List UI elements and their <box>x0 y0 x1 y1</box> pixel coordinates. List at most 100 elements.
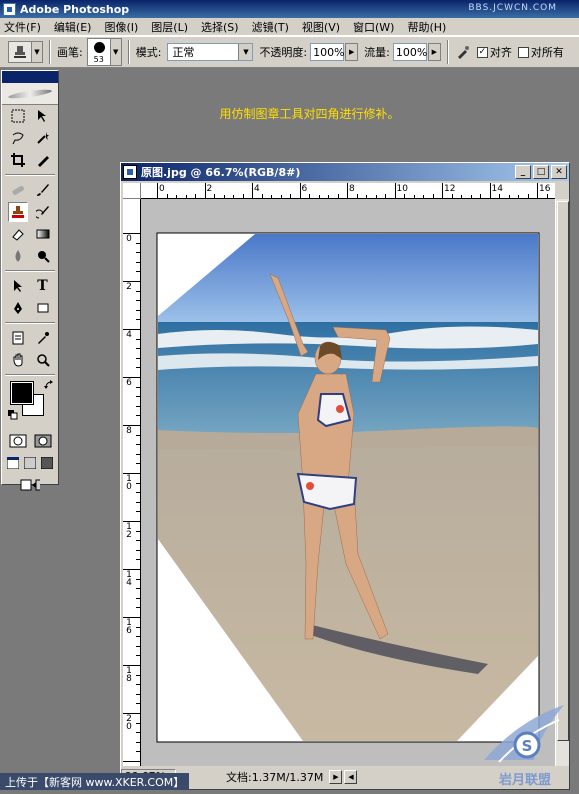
menu-image[interactable]: 图像(I) <box>104 19 138 35</box>
mode-select[interactable]: 正常 ▼ <box>167 43 254 61</box>
photo-canvas <box>156 232 540 743</box>
all-layers-checkbox[interactable] <box>517 46 529 58</box>
blur-tool-icon[interactable] <box>8 246 28 266</box>
scrollbar-thumb[interactable] <box>557 201 569 741</box>
fullscreen-menu-icon[interactable] <box>22 453 39 473</box>
ruler-tick <box>404 194 405 198</box>
ruler-tick <box>280 195 282 198</box>
ruler-tick <box>136 501 140 503</box>
ruler-tick <box>136 684 140 686</box>
minimize-button[interactable]: _ <box>515 165 531 179</box>
pen-tool-icon[interactable] <box>8 298 28 318</box>
jump-to-imageready-icon[interactable] <box>20 475 40 495</box>
ruler-tick <box>423 195 424 198</box>
type-tool-icon[interactable]: T <box>33 276 53 296</box>
ruler-tick <box>136 626 140 628</box>
notes-tool-icon[interactable] <box>8 328 28 348</box>
foreground-color[interactable] <box>10 381 34 405</box>
menu-select[interactable]: 选择(S) <box>201 19 239 35</box>
canvas-area[interactable] <box>141 199 555 766</box>
document-icon <box>123 165 137 179</box>
status-menu-arrow[interactable]: ▶ <box>329 770 343 784</box>
ruler-tick <box>223 195 225 198</box>
ruler-tick <box>242 194 244 198</box>
slice-tool-icon[interactable] <box>33 150 53 170</box>
ruler-tick <box>136 540 140 542</box>
ruler-tick <box>136 348 140 350</box>
default-colors-icon[interactable] <box>8 410 18 420</box>
airbrush-icon[interactable] <box>455 44 471 60</box>
vertical-scrollbar[interactable] <box>555 199 569 766</box>
horizontal-ruler[interactable]: 0 2 4 6 8 10 12 14 16 <box>141 183 555 199</box>
ruler-tick <box>136 607 140 609</box>
maximize-button[interactable]: □ <box>533 165 549 179</box>
brush-tool-icon[interactable] <box>33 180 53 200</box>
close-button[interactable]: ✕ <box>551 165 567 179</box>
ruler-tick <box>233 195 234 198</box>
brush-picker[interactable]: 53 <box>86 38 111 66</box>
healing-brush-icon[interactable] <box>8 180 28 200</box>
ruler-tick <box>136 636 140 638</box>
zoom-tool-icon[interactable] <box>33 350 53 370</box>
lasso-tool-icon[interactable] <box>8 128 28 148</box>
ruler-label: 10 <box>396 184 408 194</box>
crop-tool-icon[interactable] <box>8 150 28 170</box>
quick-mask-icon[interactable] <box>33 431 53 451</box>
flow-slider-button[interactable]: ▶ <box>427 43 441 61</box>
aligned-checkbox[interactable]: ✓ <box>476 46 488 58</box>
path-selection-icon[interactable] <box>8 276 28 296</box>
ruler-tick <box>136 444 140 446</box>
menu-view[interactable]: 视图(V) <box>302 19 340 35</box>
ruler-label: 6 <box>301 184 308 194</box>
swap-colors-icon[interactable] <box>44 380 54 390</box>
clone-stamp-tool-icon[interactable] <box>7 202 28 222</box>
scroll-left-arrow[interactable]: ◀ <box>344 770 358 784</box>
ruler-tick <box>136 559 140 561</box>
options-bar: ▼ 画笔: 53 ▼ 模式: 正常 ▼ 不透明度: 100% ▶ 流量: 100… <box>0 36 579 68</box>
ruler-tick <box>136 578 140 580</box>
hand-tool-icon[interactable] <box>8 350 28 370</box>
ruler-tick <box>366 195 367 198</box>
eraser-tool-icon[interactable] <box>8 224 28 244</box>
menu-window[interactable]: 窗口(W) <box>353 19 394 35</box>
opacity-slider-button[interactable]: ▶ <box>345 43 359 61</box>
menu-edit[interactable]: 编辑(E) <box>54 19 92 35</box>
watermark-logo: S 岩月联盟 <box>484 705 564 788</box>
ruler-label: 14 <box>491 184 503 194</box>
magic-wand-icon[interactable] <box>33 128 53 148</box>
ruler-label: 12 <box>444 184 456 194</box>
vertical-ruler[interactable]: 0 2 4 6 8 10 12 14 16 18 20 <box>123 199 141 766</box>
standard-screen-icon[interactable] <box>5 453 22 473</box>
ruler-tick <box>451 194 453 198</box>
opacity-input[interactable]: 100% <box>310 43 345 61</box>
fullscreen-icon[interactable] <box>38 453 55 473</box>
history-brush-icon[interactable] <box>33 202 53 222</box>
ruler-tick <box>136 386 140 388</box>
gradient-tool-icon[interactable] <box>33 224 53 244</box>
menu-file[interactable]: 文件(F) <box>4 19 41 35</box>
dodge-tool-icon[interactable] <box>33 246 53 266</box>
flow-input[interactable]: 100% <box>392 43 427 61</box>
ruler-tick <box>136 588 140 590</box>
brush-dropdown[interactable]: ▼ <box>110 38 122 66</box>
menu-filter[interactable]: 滤镜(T) <box>252 19 289 35</box>
toolbox-header[interactable] <box>2 71 58 83</box>
feather-logo-icon[interactable] <box>2 83 58 105</box>
ruler-tick <box>299 183 301 198</box>
app-titlebar: Adobe Photoshop BBS.JCWCN.COM <box>0 0 579 18</box>
ruler-tick <box>136 492 140 494</box>
ruler-tick <box>176 195 177 198</box>
tool-preset-picker[interactable] <box>8 41 32 63</box>
menu-layer[interactable]: 图层(L) <box>151 19 188 35</box>
toolbox: T <box>1 70 59 491</box>
shape-tool-icon[interactable] <box>33 298 53 318</box>
document-title: 原图.jpg @ 66.7%(RGB/8#) <box>141 166 301 179</box>
standard-mode-icon[interactable] <box>8 431 28 451</box>
ruler-origin[interactable] <box>123 183 141 199</box>
ruler-tick <box>489 183 491 198</box>
menu-help[interactable]: 帮助(H) <box>407 19 446 35</box>
divider <box>446 40 449 64</box>
document-titlebar[interactable]: 原图.jpg @ 66.7%(RGB/8#) _ □ ✕ <box>121 163 569 181</box>
eyedropper-tool-icon[interactable] <box>33 328 53 348</box>
tool-preset-dropdown[interactable]: ▼ <box>32 41 43 63</box>
